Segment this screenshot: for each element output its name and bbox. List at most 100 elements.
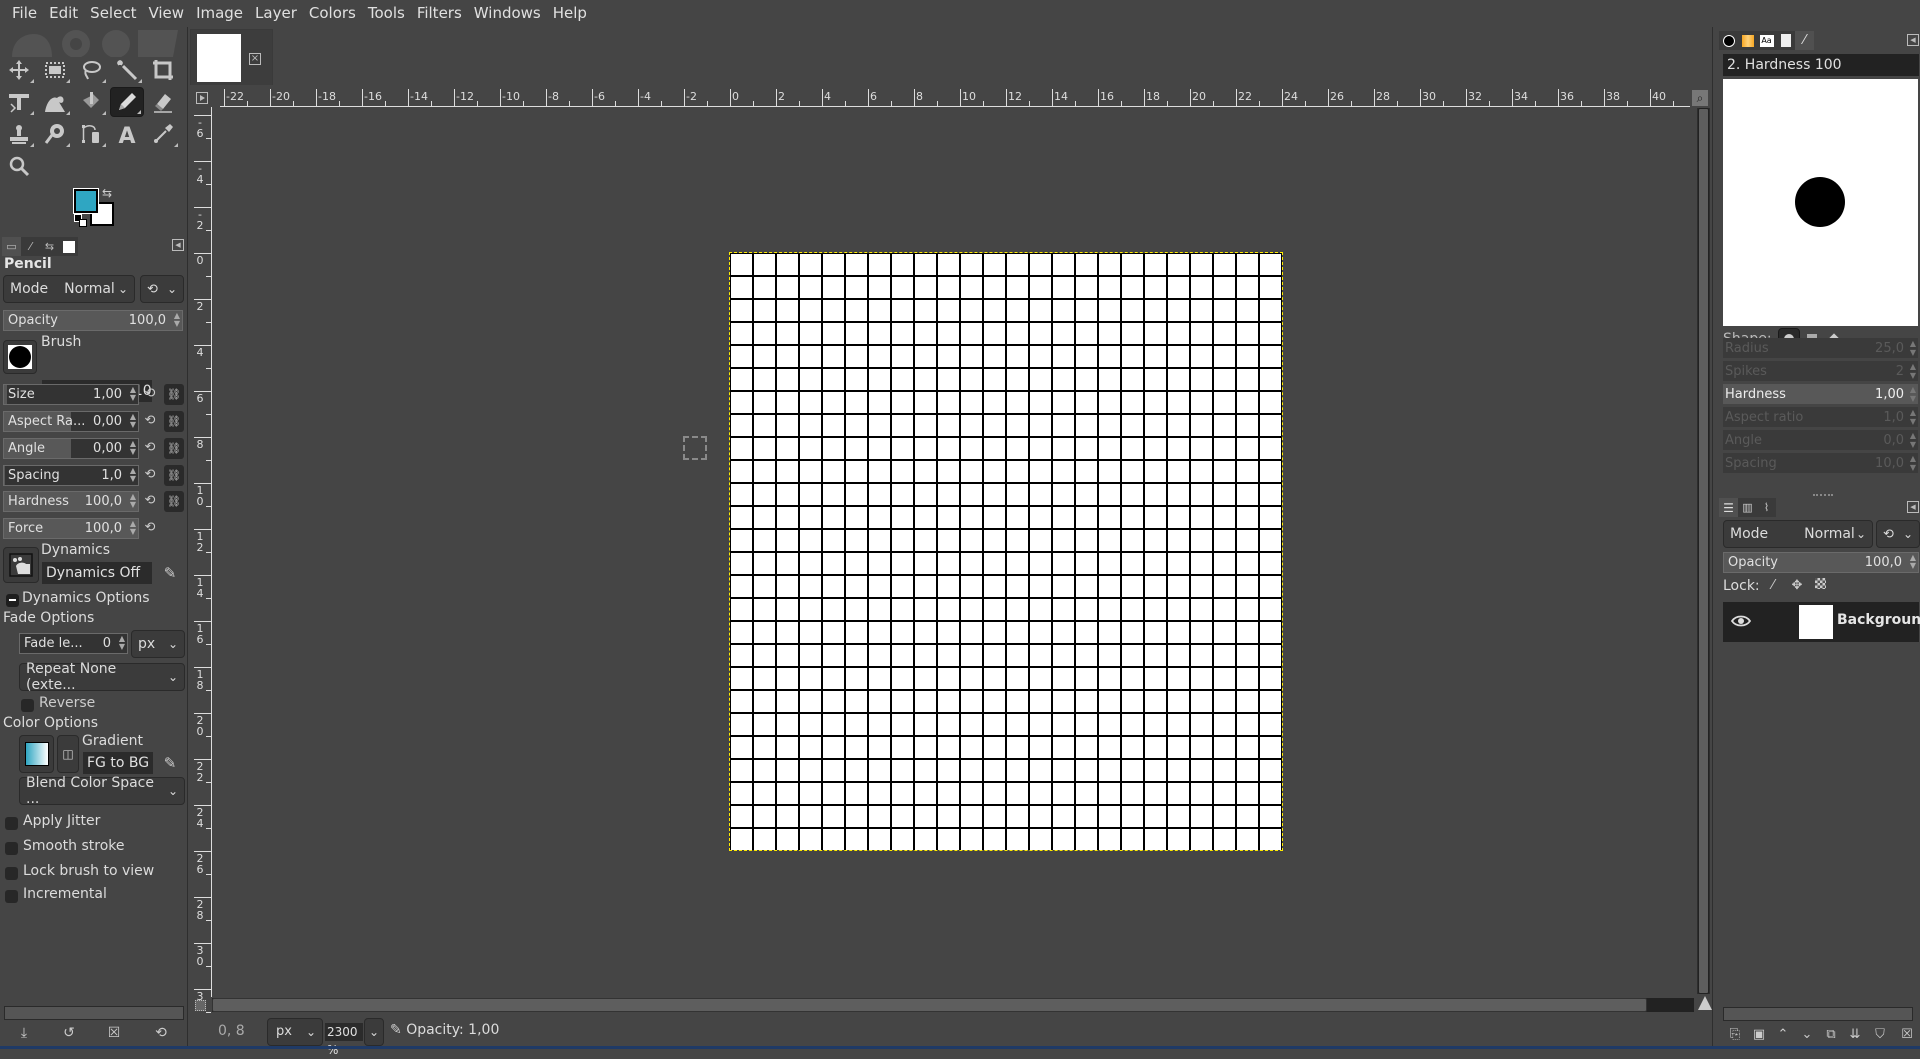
link-size-icon[interactable]: ⛓ [164, 384, 184, 405]
tab-layers[interactable]: ☰ [1719, 498, 1738, 517]
menu-image[interactable]: Image [190, 0, 249, 27]
unit-combo[interactable]: px ⌄ [267, 1018, 323, 1046]
text-tool[interactable]: A [110, 119, 144, 149]
menu-view[interactable]: View [142, 0, 190, 27]
spin-arrows-icon[interactable]: ▲ ▼ [1910, 362, 1916, 380]
dock-menu-icon[interactable]: ◀ [1907, 501, 1919, 513]
layers-scrollbar[interactable] [1723, 1007, 1913, 1021]
rect-select-tool[interactable] [38, 55, 72, 85]
reverse-checkbox[interactable] [21, 699, 34, 712]
smudge-tool[interactable] [38, 119, 72, 149]
reset-angle-icon[interactable]: ⟲ [142, 440, 158, 456]
layer-name[interactable]: Background [1837, 612, 1920, 628]
incremental-checkbox[interactable] [5, 890, 18, 903]
hardness-slider[interactable]: Hardness 100,0 ▲ ▼ [3, 491, 139, 512]
link-angle-icon[interactable]: ⛓ [164, 438, 184, 459]
paths-tool[interactable] [74, 119, 108, 149]
swap-colors-icon[interactable]: ⇆ [102, 186, 112, 200]
size-slider[interactable]: Size 1,00 ▲ ▼ [3, 384, 139, 405]
menu-tools[interactable]: Tools [362, 0, 411, 27]
reset-aspect-ratio-icon[interactable]: ⟲ [142, 413, 158, 429]
reset-force-icon[interactable]: ⟲ [142, 520, 158, 536]
lower-layer-icon[interactable]: ⌄ [1800, 1027, 1814, 1043]
spin-arrows-icon[interactable]: ▲ ▼ [130, 520, 136, 536]
delete-options-icon[interactable]: ☒ [106, 1025, 122, 1041]
eye-icon[interactable] [1731, 614, 1751, 628]
gradient-preview-button[interactable] [19, 735, 54, 773]
menu-layer[interactable]: Layer [249, 0, 303, 27]
zoom-on-resize-icon[interactable]: ⌕ [1692, 90, 1708, 106]
zoom-tool[interactable] [2, 151, 36, 181]
restore-options-icon[interactable]: ↺ [61, 1025, 77, 1041]
reset-options-icon[interactable]: ⟲ [153, 1025, 169, 1041]
gradient-entry[interactable]: FG to BG (R [83, 752, 153, 774]
mode-combo[interactable]: Mode Normal ⌄ [3, 275, 135, 303]
link-spacing-icon[interactable]: ⛓ [164, 465, 184, 486]
menu-help[interactable]: Help [547, 0, 593, 27]
spacing-slider[interactable]: Spacing 1,0 ▲ ▼ [3, 465, 139, 486]
tab-paths[interactable]: ⌇ [1757, 498, 1776, 517]
duplicate-layer-icon[interactable]: ⧉ [1824, 1027, 1838, 1043]
link-hardness-icon[interactable]: ⛓ [164, 491, 184, 512]
tab-brush-editor[interactable]: ⁄ [1795, 31, 1814, 50]
spin-arrows-icon[interactable]: ▲ ▼ [1910, 554, 1916, 570]
horizontal-scrollbar[interactable] [212, 998, 1694, 1012]
layer-row[interactable]: Background [1723, 602, 1920, 642]
raise-layer-icon[interactable]: ⌃ [1776, 1027, 1790, 1043]
spin-arrows-icon[interactable]: ▲ ▼ [130, 467, 136, 483]
warp-tool[interactable] [38, 87, 72, 117]
brush-hardness-slider[interactable]: Hardness 1,00 ▲ ▼ [1723, 384, 1918, 404]
menu-file[interactable]: File [6, 0, 43, 27]
tab-document-history[interactable] [1776, 31, 1795, 50]
close-image-icon[interactable]: × [249, 53, 261, 65]
new-layer-group-icon[interactable]: ▣ [1752, 1027, 1766, 1043]
dock-menu-icon[interactable]: ◀ [172, 239, 184, 251]
reset-spacing-icon[interactable]: ⟲ [142, 467, 158, 483]
tab-tool-options[interactable]: ▭ [2, 237, 21, 256]
lock-alpha-icon[interactable] [1813, 578, 1827, 594]
fade-length-slider[interactable]: Fade le... 0 ▲ ▼ [19, 633, 128, 654]
layer-composite-combo[interactable]: ⟲ ⌄ [1876, 520, 1920, 548]
menu-filters[interactable]: Filters [411, 0, 468, 27]
brush-radius-slider[interactable]: Radius 25,0 ▲ ▼ [1723, 338, 1918, 358]
crop-tool[interactable] [146, 55, 180, 85]
horizontal-scrollbar-thumb[interactable] [212, 998, 1647, 1012]
bucket-fill-tool[interactable] [74, 87, 108, 117]
navigate-icon[interactable] [1698, 996, 1712, 1010]
mode-reset-combo[interactable]: ⟲ ⌄ [140, 275, 184, 303]
dynamics-preview-button[interactable] [3, 547, 39, 583]
tab-device-status[interactable]: ⁄ [21, 237, 40, 256]
free-select-tool[interactable] [74, 55, 108, 85]
tab-images[interactable] [59, 237, 78, 256]
eraser-tool[interactable] [146, 87, 180, 117]
spin-arrows-icon[interactable]: ▲ ▼ [130, 493, 136, 509]
zoom-entry[interactable]: 2300 % [325, 1023, 363, 1057]
unified-transform-tool[interactable] [2, 87, 36, 117]
brush-spacing-slider[interactable]: Spacing 10,0 ▲ ▼ [1723, 453, 1918, 473]
vertical-ruler[interactable]: ‐ 6 ‐ 4 ‐ 2 0 2 4 6 8 1 0 1 2 1 4 1 6 1 8 2 0 2 2 2 4 2 … [194, 107, 212, 1013]
layer-mode-combo[interactable]: Mode Normal ⌄ [1723, 520, 1873, 548]
mask-layer-icon[interactable]: ⛉ [1873, 1027, 1887, 1043]
layer-opacity-slider[interactable]: Opacity 100,0 ▲ ▼ [1723, 552, 1919, 573]
force-slider[interactable]: Force 100,0 ▲ ▼ [3, 518, 139, 539]
brush-angle-slider[interactable]: Angle 0,0 ▲ ▼ [1723, 430, 1918, 450]
clone-tool[interactable] [2, 119, 36, 149]
tab-patterns[interactable] [1738, 31, 1757, 50]
spin-arrows-icon[interactable]: ▲ ▼ [130, 413, 136, 429]
color-picker-tool[interactable] [146, 119, 180, 149]
smooth-stroke-checkbox[interactable] [5, 842, 18, 855]
reverse-gradient-button[interactable]: ◫ [57, 735, 79, 773]
fade-unit-combo[interactable]: px ⌄ [131, 630, 185, 658]
tab-fonts[interactable]: Aa [1757, 31, 1776, 50]
brush-preview-button[interactable] [3, 340, 37, 374]
spin-arrows-icon[interactable]: ▲ ▼ [130, 440, 136, 456]
fuzzy-select-tool[interactable] [110, 55, 144, 85]
lock-position-icon[interactable]: ✥ [1790, 578, 1804, 594]
spin-arrows-icon[interactable]: ▲ ▼ [1910, 454, 1916, 472]
image-canvas[interactable] [730, 253, 1282, 850]
spin-arrows-icon[interactable]: ▲ ▼ [119, 635, 125, 651]
tab-channels[interactable]: ▥ [1738, 498, 1757, 517]
dynamics-options-toggle[interactable] [6, 594, 19, 607]
horizontal-ruler[interactable]: -22 -20 -18 -16 -14 -12 -10 -8 -6 -4 -2 0 2 4 6 8 10 12 14… [220, 89, 1690, 107]
spin-arrows-icon[interactable]: ▲ ▼ [174, 312, 180, 328]
